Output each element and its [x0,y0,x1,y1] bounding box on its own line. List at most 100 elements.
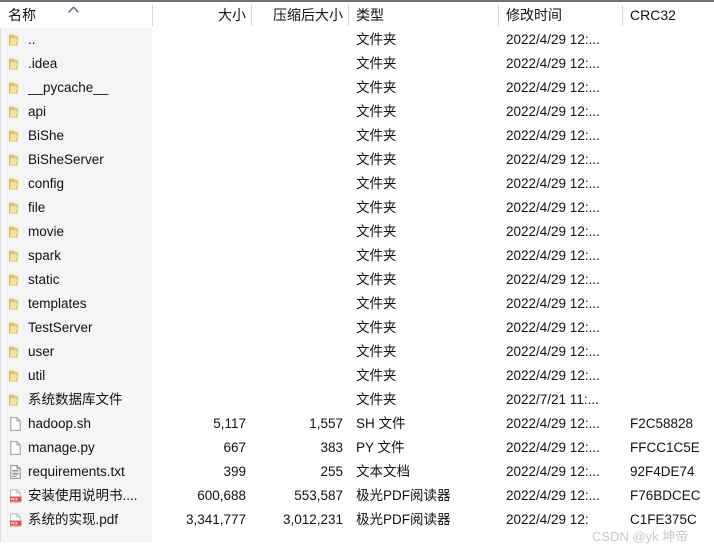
table-row[interactable]: BiSheServer 文件夹 2022/4/29 12:... [0,148,714,172]
cell-size: 5,117 [213,416,246,431]
cell-name: __pycache__ [28,80,109,95]
folder-icon [8,104,24,120]
table-row[interactable]: manage.py 667 383 PY 文件 2022/4/29 12:... FFCC… [0,436,714,460]
column-header-type[interactable]: 类型 [356,2,486,28]
cell-type: 文件夹 [356,272,397,287]
folder-icon [8,248,24,264]
table-row[interactable]: user 文件夹 2022/4/29 12:... [0,340,714,364]
cell-size [150,340,246,364]
csdn-watermark: CSDN @yk 坤帝 [592,529,689,544]
cell-type: 文件夹 [356,152,397,167]
cell-name: manage.py [28,440,95,455]
table-row[interactable]: hadoop.sh 5,117 1,557 SH 文件 2022/4/29 12:...… [0,412,714,436]
folder-icon [8,224,24,240]
cell-modified: 2022/4/29 12:... [506,104,600,119]
cell-name: api [28,104,47,119]
cell-packed: 3,012,231 [282,512,343,527]
archive-file-list: 名称 大小 压缩后大小 类型 修改时间 CRC32 .. 文件夹 2022/4/29… [0,0,714,546]
folder-icon [8,56,24,72]
cell-modified: 2022/4/29 12:... [506,368,600,383]
column-header-crc32[interactable]: CRC32 [630,2,710,28]
table-row[interactable]: spark 文件夹 2022/4/29 12:... [0,244,714,268]
column-header-packed-size[interactable]: 压缩后大小 [256,2,343,28]
table-row[interactable]: file 文件夹 2022/4/29 12:... [0,196,714,220]
cell-packed [250,124,343,148]
cell-type: 文件夹 [356,248,397,263]
svg-text:PDF: PDF [11,522,19,526]
cell-name: .idea [28,56,58,71]
column-header-size[interactable]: 大小 [160,2,246,28]
cell-name: util [28,368,46,383]
cell-crc [630,76,712,100]
folder-icon [8,128,24,144]
table-row[interactable]: TestServer 文件夹 2022/4/29 12:... [0,316,714,340]
cell-name: BiSheServer [28,152,104,167]
cell-type: 文件夹 [356,296,397,311]
table-row[interactable]: movie 文件夹 2022/4/29 12:... [0,220,714,244]
cell-name: requirements.txt [28,464,125,479]
table-row[interactable]: .. 文件夹 2022/4/29 12:... [0,28,714,52]
cell-size [150,172,246,196]
cell-crc [630,172,712,196]
folder-icon [8,344,24,360]
cell-modified: 2022/4/29 12:... [506,416,600,431]
cell-crc [630,244,712,268]
table-row[interactable]: api 文件夹 2022/4/29 12:... [0,100,714,124]
column-divider-name[interactable] [152,5,153,26]
column-divider-packed[interactable] [348,5,349,26]
cell-name: 系统的实现.pdf [28,512,119,527]
cell-name: 安装使用说明书.... [28,488,138,503]
folder-icon [8,320,24,336]
cell-crc [630,100,712,124]
cell-modified: 2022/4/29 12:... [506,56,600,71]
cell-modified: 2022/4/29 12:... [506,296,600,311]
file-pdf-icon: PDF [8,488,24,504]
table-row[interactable]: __pycache__ 文件夹 2022/4/29 12:... [0,76,714,100]
cell-size [150,52,246,76]
cell-packed: 1,557 [309,416,343,431]
cell-packed: 553,587 [294,488,343,503]
cell-name: movie [28,224,65,239]
cell-name: 系统数据库文件 [28,392,123,407]
table-row[interactable]: .idea 文件夹 2022/4/29 12:... [0,52,714,76]
table-row[interactable]: config 文件夹 2022/4/29 12:... [0,172,714,196]
file-blank-icon [8,440,24,456]
cell-type: 文件夹 [356,80,397,95]
cell-crc [630,148,712,172]
folder-icon [8,296,24,312]
column-divider-size[interactable] [251,5,252,26]
cell-size: 3,341,777 [185,512,246,527]
cell-modified: 2022/4/29 12:... [506,200,600,215]
cell-crc [630,52,712,76]
column-header-name[interactable]: 名称 [8,2,66,28]
table-row[interactable]: static 文件夹 2022/4/29 12:... [0,268,714,292]
cell-name: config [28,176,65,191]
column-header-row: 名称 大小 压缩后大小 类型 修改时间 CRC32 [0,2,714,28]
column-header-modified[interactable]: 修改时间 [506,2,616,28]
cell-packed [250,316,343,340]
cell-packed [250,100,343,124]
column-divider-modified[interactable] [622,5,623,26]
cell-crc [630,124,712,148]
cell-name: TestServer [28,320,93,335]
cell-crc: FFCC1C5E [630,440,700,455]
cell-size [150,388,246,412]
folder-icon [8,272,24,288]
table-row[interactable]: templates 文件夹 2022/4/29 12:... [0,292,714,316]
cell-modified: 2022/4/29 12:... [506,32,600,47]
cell-crc [630,316,712,340]
cell-name: file [28,200,46,215]
cell-size [150,220,246,244]
cell-crc [630,220,712,244]
table-row[interactable]: util 文件夹 2022/4/29 12:... [0,364,714,388]
table-row[interactable]: requirements.txt 399 255 文本文档 2022/4/29 12:.… [0,460,714,484]
table-row[interactable]: PDF 安装使用说明书.... 600,688 553,587 极光PDF阅读器 2022… [0,484,714,508]
table-row[interactable]: BiShe 文件夹 2022/4/29 12:... [0,124,714,148]
cell-crc [630,28,712,52]
cell-modified: 2022/4/29 12:... [506,224,600,239]
cell-name: hadoop.sh [28,416,92,431]
column-divider-type[interactable] [498,5,499,26]
cell-modified: 2022/4/29 12:... [506,440,600,455]
cell-modified: 2022/7/21 11:... [506,392,599,407]
table-row[interactable]: 系统数据库文件 文件夹 2022/7/21 11:... [0,388,714,412]
